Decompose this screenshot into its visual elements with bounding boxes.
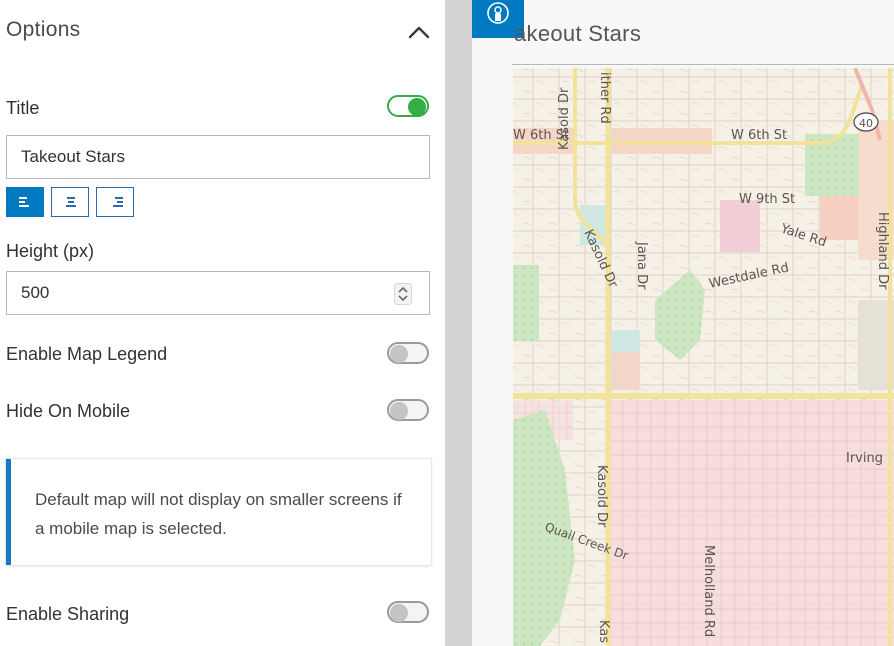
toggle-knob — [408, 98, 426, 116]
sharing-label: Enable Sharing — [6, 604, 130, 624]
svg-text:40: 40 — [859, 117, 873, 130]
chevron-up-icon[interactable] — [404, 18, 434, 46]
map-legend-label: Enable Map Legend — [6, 344, 168, 364]
street-label: Kasold Dr — [557, 87, 572, 150]
stepper-icon — [394, 283, 412, 305]
title-input[interactable]: Takeout Stars — [6, 135, 430, 179]
align-left-icon — [19, 197, 29, 207]
route-shield: 40 — [853, 112, 879, 132]
toggle-knob — [390, 604, 408, 622]
map-legend-toggle[interactable] — [387, 342, 429, 364]
street-label: Highland Dr — [875, 212, 890, 290]
street-label: Melholland Rd — [701, 545, 716, 637]
street-label: Irving — [846, 451, 883, 466]
align-right-icon — [113, 197, 123, 207]
street-label: ither Rd — [597, 72, 612, 124]
title-label: Title — [6, 98, 40, 118]
height-input[interactable]: 500 — [6, 271, 430, 315]
street-label: W 6th St — [731, 128, 787, 143]
options-panel: Options Title Takeout Stars Height (px) … — [0, 0, 445, 646]
notice-text: Default map will not display on smaller … — [35, 490, 402, 538]
panel-gutter — [445, 0, 472, 646]
hide-on-mobile-label: Hide On Mobile — [6, 401, 131, 421]
mobile-notice: Default map will not display on smaller … — [6, 459, 431, 565]
title-toggle[interactable] — [387, 95, 429, 117]
align-left-button[interactable] — [6, 187, 44, 217]
align-right-button[interactable] — [96, 187, 134, 217]
hide-on-mobile-toggle[interactable] — [387, 399, 429, 421]
basemap: 40 W 6th St W 6th St W 9th St Yale Rd We… — [513, 68, 894, 646]
street-label: Kas — [596, 620, 611, 643]
map-view[interactable]: 40 W 6th St W 6th St W 9th St Yale Rd We… — [513, 68, 894, 646]
map-title: akeout Stars — [514, 21, 642, 46]
street-label: Jana Dr — [634, 241, 649, 290]
options-header[interactable]: Options — [0, 0, 445, 64]
options-title: Options — [6, 18, 81, 41]
height-label: Height (px) — [6, 241, 95, 261]
toggle-knob — [390, 345, 408, 363]
height-stepper[interactable] — [394, 283, 412, 305]
sharing-toggle[interactable] — [387, 601, 429, 623]
map-divider — [512, 64, 894, 65]
align-center-icon — [66, 197, 76, 207]
street-label: Kasold Dr — [594, 465, 609, 528]
align-center-button[interactable] — [51, 187, 89, 217]
toggle-knob — [390, 402, 408, 420]
street-label: W 9th St — [739, 192, 795, 207]
